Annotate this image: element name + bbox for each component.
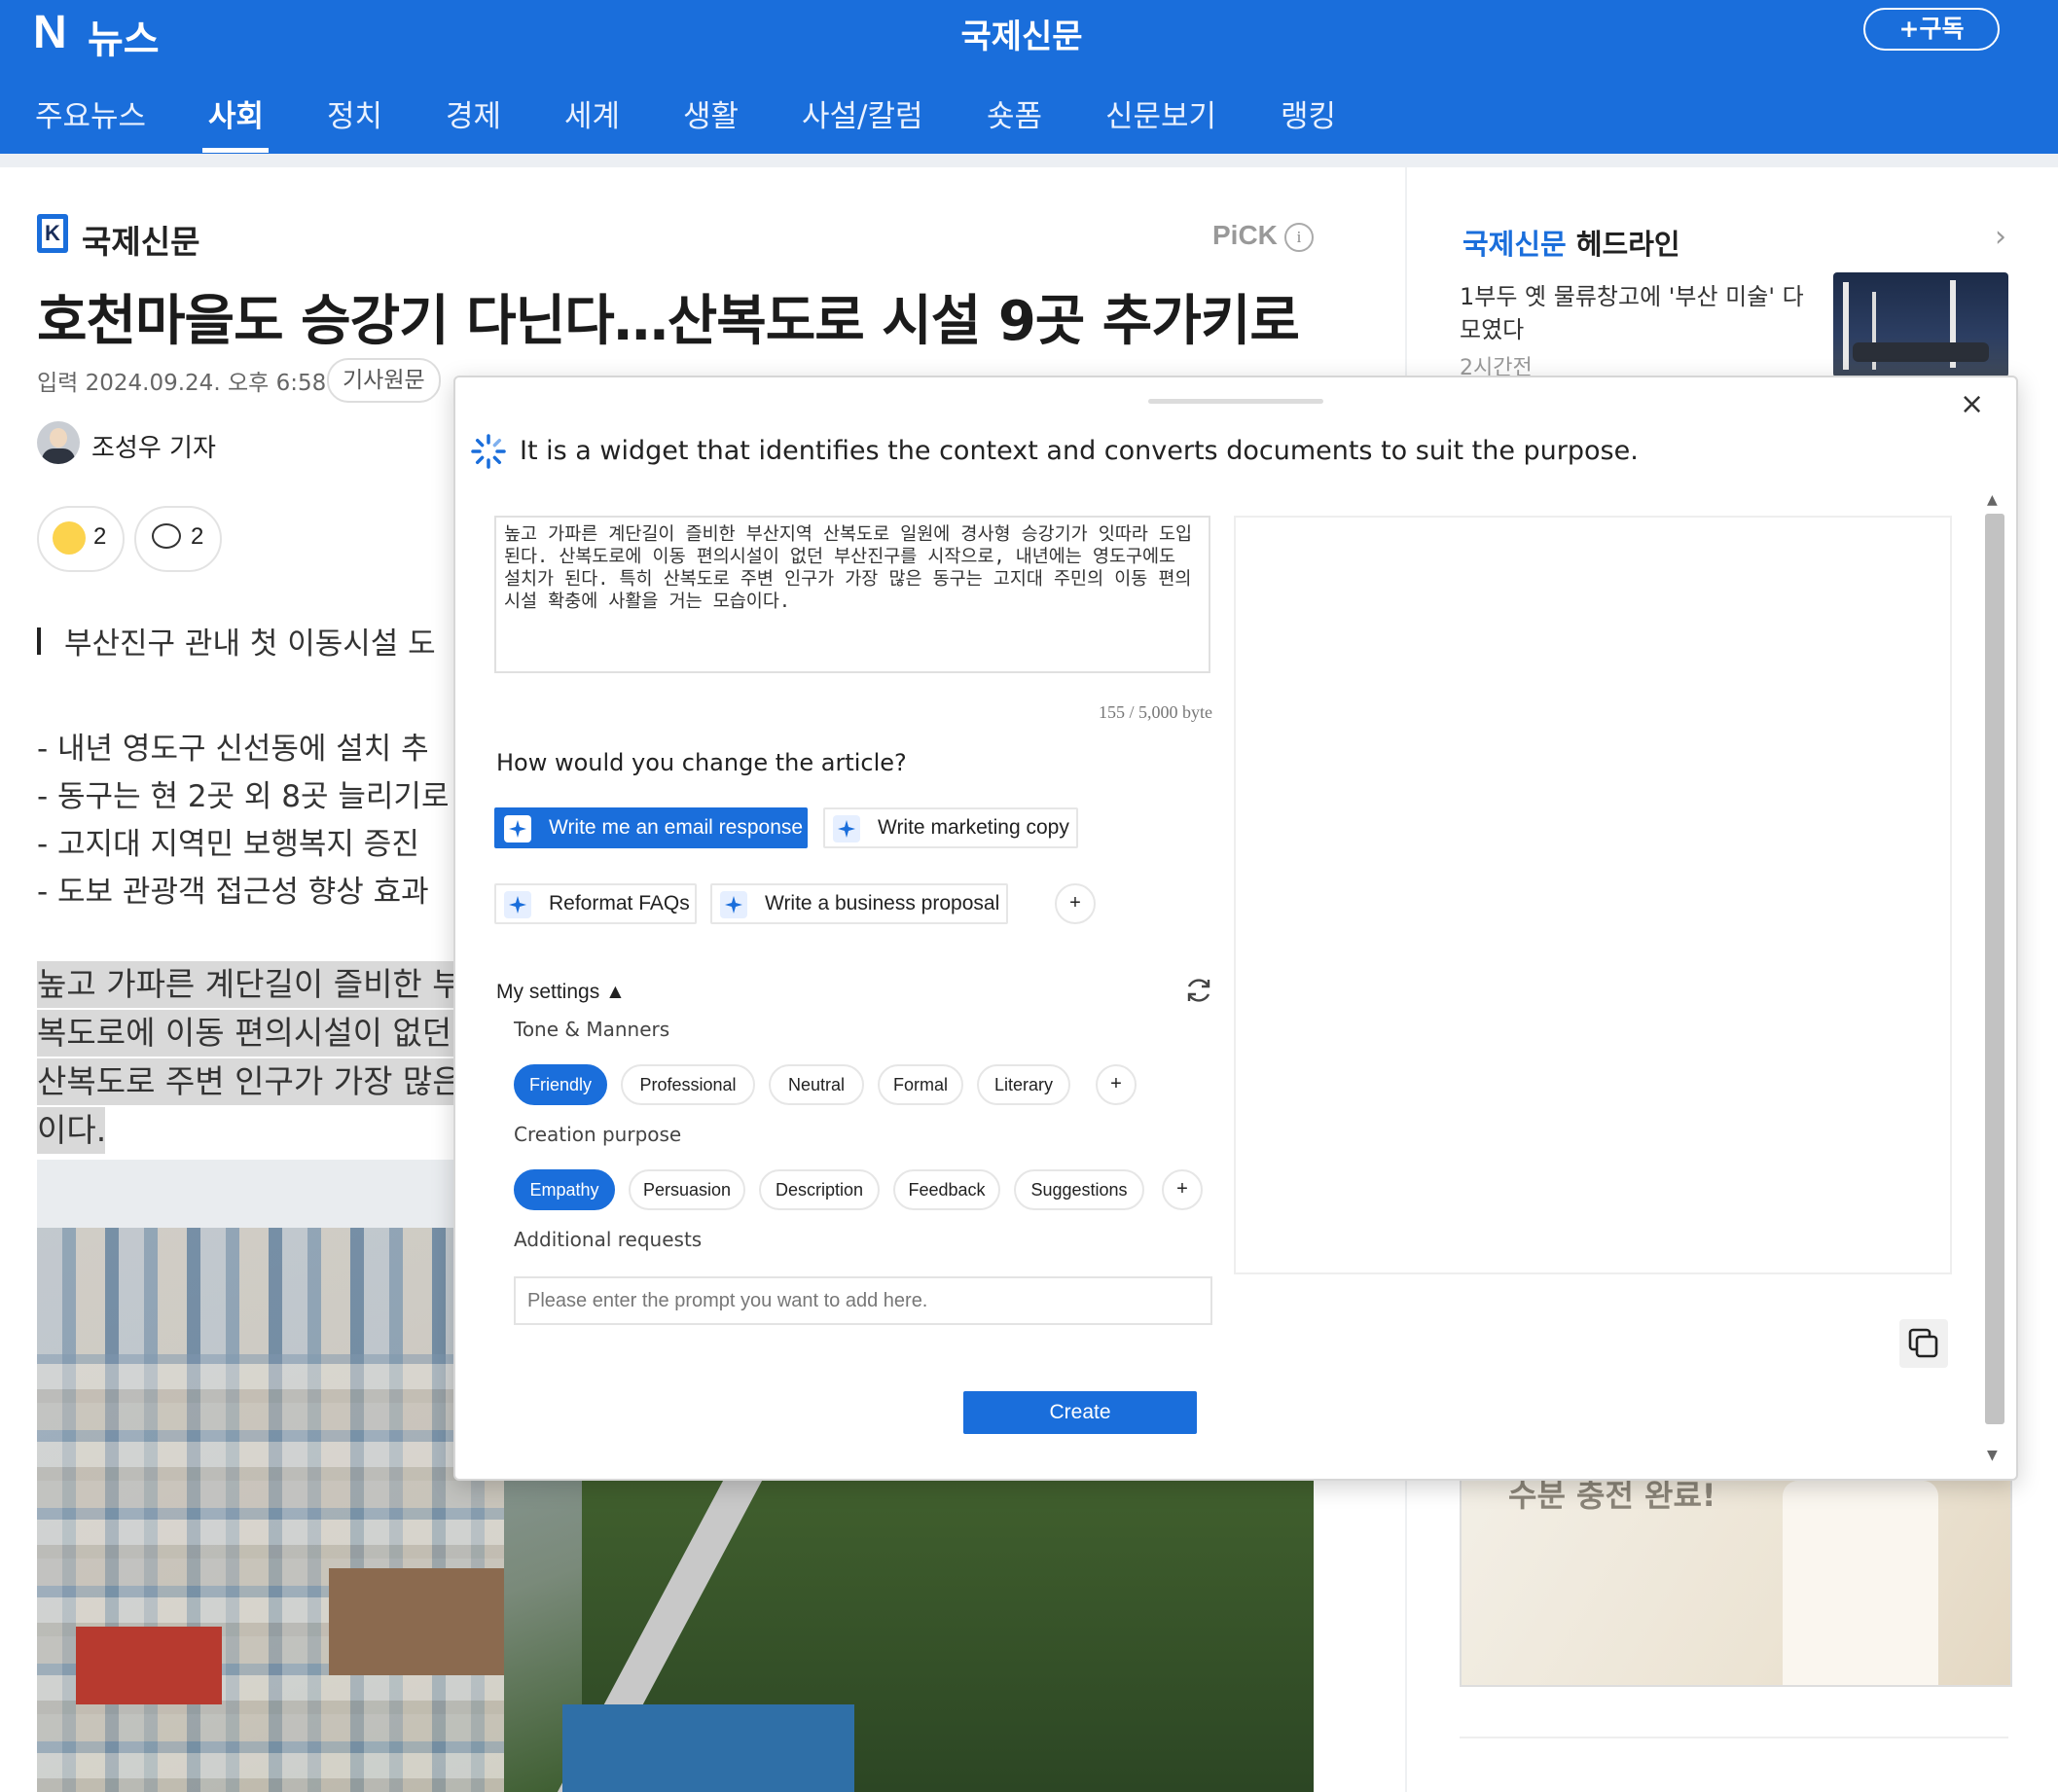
chip-label: Write marketing copy <box>878 816 1069 839</box>
create-button[interactable]: Create <box>963 1391 1197 1434</box>
byte-counter: 155 / 5,000 byte <box>1099 702 1212 722</box>
sparkle-icon <box>833 815 860 842</box>
article-body-line: 산복도로 주변 인구가 가장 많은 <box>37 1062 462 1100</box>
rail-headline-suffix: 헤드라인 <box>1575 228 1680 261</box>
rail-divider-line <box>1460 1737 2008 1738</box>
article-body-line: 이다. <box>37 1111 107 1149</box>
purpose-empathy[interactable]: Empathy <box>514 1169 615 1210</box>
advertisement[interactable]: 수분 충전 완료! <box>1460 1459 2012 1687</box>
tone-label: Tone & Manners <box>514 1018 670 1041</box>
tone-formal[interactable]: Formal <box>878 1064 963 1105</box>
reformat-faqs-chip[interactable]: Reformat FAQs <box>494 883 697 924</box>
scroll-up-arrow[interactable]: ▲ <box>1987 492 1998 508</box>
tab-main-news[interactable]: 주요뉴스 <box>35 91 146 135</box>
reaction-count: 2 <box>93 523 107 550</box>
article-body-line: 복도로에 이동 편의시설이 없던 <box>37 1014 452 1052</box>
original-article-button[interactable]: 기사원문 <box>327 358 441 403</box>
article-press-name[interactable]: 국제신문 <box>82 216 199 263</box>
summary-bullet: - 동구는 현 2곳 외 8곳 늘리기로 <box>37 779 450 814</box>
result-output-area[interactable] <box>1234 516 1952 1274</box>
sparkle-icon <box>504 891 531 918</box>
tab-life[interactable]: 생활 <box>683 91 739 135</box>
purpose-suggestions[interactable]: Suggestions <box>1014 1169 1144 1210</box>
scroll-down-arrow[interactable]: ▼ <box>1987 1448 1998 1463</box>
subhead-marker <box>37 627 41 655</box>
smile-emoji-icon <box>53 521 86 555</box>
ai-rewrite-widget: × It is a widget that identifies the con… <box>453 376 2018 1481</box>
summary-bullet: - 내년 영도구 신선동에 설치 추 <box>37 732 429 767</box>
source-text-area[interactable]: 높고 가파른 계단길이 즐비한 부산지역 산복도로 일원에 경사형 승강기가 잇… <box>494 516 1210 673</box>
business-proposal-chip[interactable]: Write a business proposal <box>710 883 1008 924</box>
tone-friendly[interactable]: Friendly <box>514 1064 607 1105</box>
tone-professional[interactable]: Professional <box>621 1064 755 1105</box>
header-shadow <box>0 154 2058 167</box>
article-headline: 호천마을도 승강기 다닌다…산복도로 시설 9곳 추가키로 <box>37 290 1300 353</box>
rail-headline-item[interactable]: 1부두 옛 물류창고에 '부산 미술' 다 모였다 <box>1460 280 1810 346</box>
rail-thumbnail[interactable] <box>1833 272 2008 377</box>
add-action-button[interactable]: + <box>1055 883 1096 924</box>
tab-society[interactable]: 사회 <box>208 91 264 135</box>
article-date: 입력 2024.09.24. 오후 6:58 <box>37 371 327 396</box>
my-settings-toggle[interactable]: My settings ▲ <box>496 981 626 1004</box>
tab-ranking[interactable]: 랭킹 <box>1281 91 1336 135</box>
reporter-name[interactable]: 조성우 기자 <box>91 428 216 464</box>
copy-button[interactable] <box>1899 1319 1948 1368</box>
purpose-persuasion[interactable]: Persuasion <box>629 1169 745 1210</box>
purpose-feedback[interactable]: Feedback <box>893 1169 1000 1210</box>
summary-bullet: - 고지대 지역민 보행복지 증진 <box>37 827 419 862</box>
tab-politics[interactable]: 정치 <box>327 91 382 135</box>
chevron-right-icon[interactable]: › <box>1995 220 2006 254</box>
rail-headline-title[interactable]: 국제신문 헤드라인 <box>1462 222 1680 263</box>
spinner-icon <box>471 434 506 469</box>
purpose-label: Creation purpose <box>514 1123 682 1146</box>
comment-count: 2 <box>191 523 204 550</box>
press-title[interactable]: 국제신문 <box>0 10 2043 57</box>
sparkle-icon <box>504 815 531 842</box>
comment-button[interactable]: 2 <box>134 506 222 572</box>
active-tab-indicator <box>202 148 269 153</box>
tab-editorial[interactable]: 사설/칼럼 <box>802 91 923 135</box>
drag-handle[interactable] <box>1148 399 1323 404</box>
tab-economy[interactable]: 경제 <box>446 91 501 135</box>
chip-label: Reformat FAQs <box>549 892 690 914</box>
additional-requests-input[interactable] <box>514 1276 1212 1325</box>
pick-label: PiCK <box>1212 220 1278 250</box>
subscribe-button[interactable]: +구독 <box>1863 8 2000 51</box>
ad-image <box>1783 1481 1938 1685</box>
reporter-avatar[interactable] <box>37 421 80 464</box>
widget-description: It is a widget that identifies the conte… <box>520 436 1639 466</box>
summary-bullet: - 도보 관광객 접근성 향상 효과 <box>37 875 429 910</box>
tab-world[interactable]: 세계 <box>564 91 620 135</box>
tone-neutral[interactable]: Neutral <box>769 1064 864 1105</box>
info-icon[interactable]: i <box>1284 223 1314 252</box>
article-subhead: 부산진구 관내 첫 이동시설 도 <box>64 627 436 662</box>
top-header: N 뉴스 국제신문 +구독 <box>0 0 2058 74</box>
rail-press-name: 국제신문 <box>1462 228 1567 261</box>
refresh-icon[interactable] <box>1183 975 1214 1006</box>
purpose-description[interactable]: Description <box>759 1169 880 1210</box>
article-body-line: 높고 가파른 계단길이 즐비한 부 <box>37 965 462 1003</box>
chip-label: Write me an email response <box>549 816 804 839</box>
reaction-button[interactable]: 2 <box>37 506 125 572</box>
transform-question: How would you change the article? <box>496 749 907 776</box>
copy-icon <box>1908 1328 1938 1358</box>
additional-requests-label: Additional requests <box>514 1228 703 1251</box>
scrollbar-thumb[interactable] <box>1985 514 2004 1424</box>
comment-icon <box>152 523 181 549</box>
press-logo-letter: K <box>42 219 63 248</box>
chip-label: Write a business proposal <box>765 892 1000 914</box>
email-response-chip[interactable]: Write me an email response <box>494 807 808 848</box>
marketing-copy-chip[interactable]: Write marketing copy <box>823 807 1078 848</box>
section-nav: 주요뉴스 사회 정치 경제 세계 생활 사설/칼럼 숏폼 신문보기 랭킹 <box>0 74 2058 154</box>
add-purpose-button[interactable]: + <box>1162 1169 1203 1210</box>
tab-newspaper[interactable]: 신문보기 <box>1105 91 1216 135</box>
add-tone-button[interactable]: + <box>1096 1064 1137 1105</box>
tone-literary[interactable]: Literary <box>977 1064 1070 1105</box>
close-icon[interactable]: × <box>1960 387 1984 421</box>
sparkle-icon <box>720 891 747 918</box>
tab-shortform[interactable]: 숏폼 <box>987 91 1042 135</box>
